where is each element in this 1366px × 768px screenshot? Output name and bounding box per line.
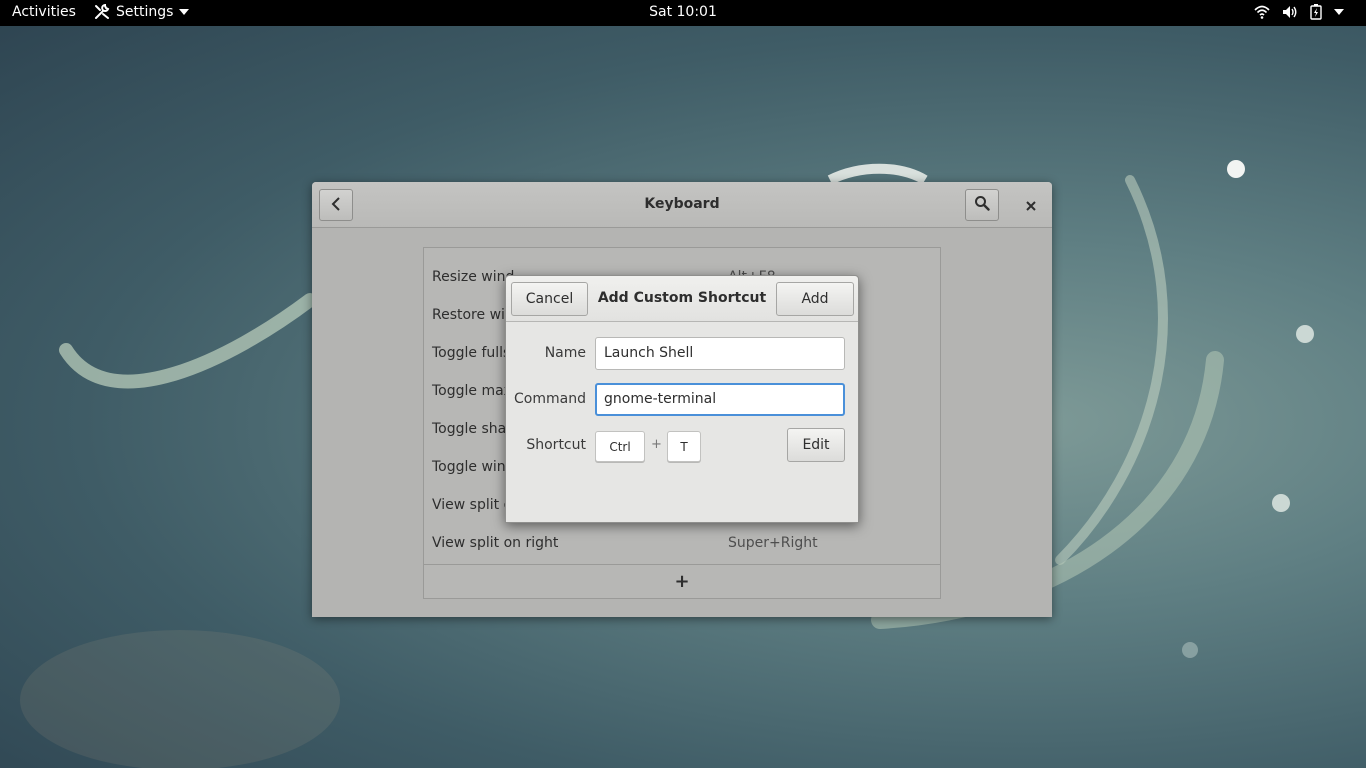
close-icon [1026, 196, 1036, 215]
clock[interactable]: Sat 10:01 [649, 4, 717, 20]
battery-icon [1310, 4, 1322, 20]
add-custom-shortcut-dialog: Cancel Add Custom Shortcut Add Name Laun… [505, 275, 859, 523]
shortcut-accel: Super+Right [728, 535, 818, 551]
app-menu-label: Settings [116, 4, 174, 20]
shortcut-name: Toggle fulls [432, 345, 511, 361]
shortcut-name: Restore win [432, 307, 514, 323]
back-button[interactable] [319, 189, 353, 221]
tools-icon [94, 4, 110, 20]
keycap-t: T [667, 431, 701, 462]
shortcut-name: Toggle wind [432, 459, 515, 475]
command-label: Command [514, 391, 586, 407]
shortcut-label: Shortcut [526, 437, 586, 453]
plus-icon: + [674, 571, 690, 592]
shortcut-name: Resize wind [432, 269, 515, 285]
chevron-down-icon [179, 9, 190, 15]
key-separator: + [651, 437, 662, 452]
wifi-icon [1254, 5, 1270, 19]
list-item[interactable]: View split on right Super+Right [432, 526, 932, 564]
chevron-down-icon [1334, 9, 1344, 15]
back-arrow-icon [331, 196, 341, 215]
name-label: Name [544, 345, 586, 361]
shortcut-name: Toggle shac [432, 421, 514, 437]
top-bar: Activities Settings Sat 10:01 [0, 0, 1366, 26]
window-title: Keyboard [644, 196, 720, 212]
search-button[interactable] [965, 189, 999, 221]
dialog-title: Add Custom Shortcut [597, 290, 767, 306]
volume-icon [1282, 5, 1298, 19]
add-shortcut-button[interactable]: + [424, 564, 940, 598]
activities-button[interactable]: Activities [12, 4, 76, 20]
system-menu[interactable] [1254, 4, 1344, 20]
keycap-ctrl: Ctrl [595, 431, 645, 462]
app-menu[interactable]: Settings [94, 4, 190, 20]
window-header: Keyboard [312, 182, 1052, 228]
close-button[interactable] [1022, 196, 1040, 214]
edit-shortcut-button[interactable]: Edit [787, 428, 845, 462]
dialog-header: Cancel Add Custom Shortcut Add [506, 276, 858, 322]
search-icon [974, 195, 990, 215]
add-button[interactable]: Add [776, 282, 854, 316]
shortcut-name: Toggle max [432, 383, 512, 399]
shortcut-name: View split o [432, 497, 513, 513]
command-field[interactable]: gnome-terminal [595, 383, 845, 416]
shortcut-name: View split on right [432, 535, 559, 551]
cancel-button[interactable]: Cancel [511, 282, 588, 316]
name-field[interactable]: Launch Shell [595, 337, 845, 370]
